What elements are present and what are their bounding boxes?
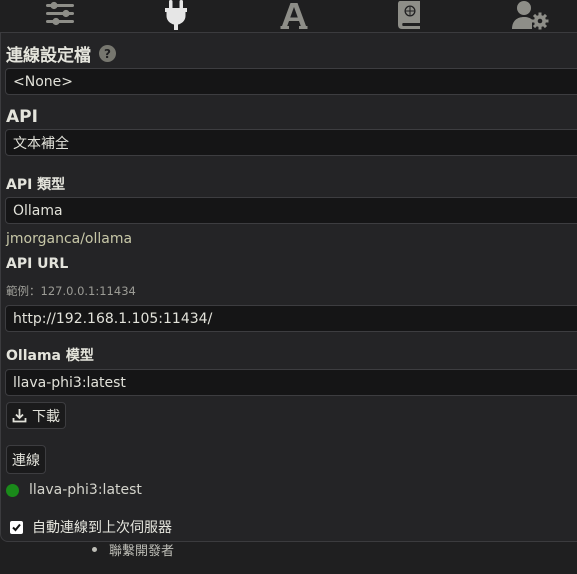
- help-icon[interactable]: ?: [99, 45, 116, 62]
- model-label: Ollama 模型: [6, 348, 94, 364]
- list-bullet: [92, 547, 97, 552]
- status-indicator-icon: [6, 483, 19, 497]
- download-label: 下載: [32, 408, 60, 425]
- api-type-label: API 類型: [6, 177, 66, 193]
- api-type-repo-link[interactable]: jmorganca/ollama: [6, 231, 132, 247]
- tab-ai-response-settings[interactable]: [42, 0, 78, 32]
- connection-profile-value: <None>: [13, 73, 73, 90]
- model-select[interactable]: llava-phi3:latest: [5, 369, 577, 396]
- api-url-label: API URL: [6, 256, 69, 272]
- user-gear-icon: [512, 1, 549, 30]
- plug-icon: [165, 0, 187, 30]
- download-model-button[interactable]: 下載: [6, 402, 66, 429]
- connection-status: llava-phi3:latest: [6, 482, 142, 498]
- connection-profile-select[interactable]: <None>: [5, 68, 577, 95]
- tab-world-info[interactable]: [392, 0, 428, 32]
- book-atlas-icon: [398, 1, 420, 29]
- api-select[interactable]: 文本補全: [5, 129, 577, 156]
- sliders-icon: [46, 1, 74, 26]
- connect-label: 連線: [12, 452, 40, 469]
- tab-user-settings[interactable]: [510, 0, 550, 32]
- api-type-select[interactable]: Ollama: [5, 197, 577, 224]
- contact-developer-link[interactable]: 聯繫開發者: [109, 540, 174, 559]
- api-value: 文本補全: [13, 135, 69, 152]
- connection-profile-heading: 連線設定檔 ?: [6, 41, 116, 66]
- connection-profile-title: 連線設定檔: [6, 46, 91, 66]
- api-heading: API: [6, 107, 38, 127]
- download-icon: [12, 409, 27, 423]
- auto-connect-option[interactable]: 自動連線到上次伺服器: [10, 517, 172, 537]
- top-tab-bar: [0, 0, 577, 32]
- font-icon: [280, 3, 308, 29]
- api-url-value: http://192.168.1.105:11434/: [13, 310, 213, 327]
- api-url-input[interactable]: http://192.168.1.105:11434/: [5, 305, 577, 332]
- auto-connect-checkbox[interactable]: [10, 520, 23, 534]
- api-type-value: Ollama: [13, 202, 63, 219]
- auto-connect-label: 自動連線到上次伺服器: [32, 520, 172, 536]
- tab-formatting[interactable]: [276, 0, 312, 32]
- model-value: llava-phi3:latest: [13, 374, 126, 391]
- connect-button[interactable]: 連線: [6, 445, 46, 474]
- status-text: llava-phi3:latest: [29, 482, 142, 498]
- checkmark-icon: [12, 523, 21, 531]
- api-url-hint: 範例：127.0.0.1:11434: [6, 284, 136, 298]
- background-list-item[interactable]: 聯繫開發者: [92, 540, 174, 559]
- tab-api-connections[interactable]: [158, 0, 194, 32]
